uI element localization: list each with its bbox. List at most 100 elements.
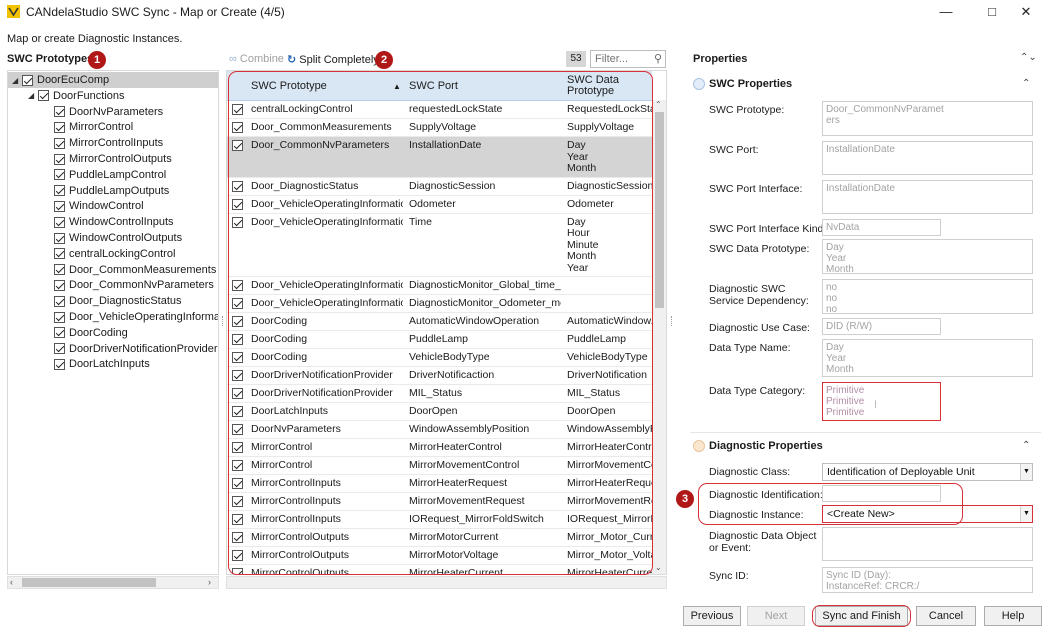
- tree-item[interactable]: Door_DiagnosticStatus: [8, 293, 218, 309]
- chevron-down-icon[interactable]: ▼: [1020, 464, 1032, 480]
- tree-item[interactable]: DoorCoding: [8, 325, 218, 341]
- scroll-up-icon[interactable]: ⌃: [655, 100, 662, 109]
- tree-item[interactable]: MirrorControlInputs: [8, 135, 218, 151]
- checkbox[interactable]: [54, 311, 65, 323]
- checkbox[interactable]: [54, 327, 65, 339]
- table-row[interactable]: DoorDriverNotificationProvider DriverNoti…: [227, 367, 652, 385]
- column-header-swc-port[interactable]: SWC Port: [409, 71, 559, 101]
- search-icon[interactable]: ⚲: [654, 52, 662, 65]
- table-row[interactable]: Door_CommonNvParameters InstallationDate D…: [227, 137, 652, 178]
- checkbox[interactable]: [22, 74, 33, 86]
- table-row[interactable]: MirrorControlInputs IORequest_MirrorFoldS…: [227, 511, 652, 529]
- table-row[interactable]: Door_VehicleOperatingInformation Diagnost…: [227, 295, 652, 313]
- grid-horizontal-scrollbar[interactable]: [226, 576, 667, 589]
- tree-item[interactable]: ◢ DoorEcuComp: [8, 72, 218, 88]
- tree-item[interactable]: MirrorControl: [8, 119, 218, 135]
- table-row[interactable]: MirrorControl MirrorHeaterControl MirrorHe…: [227, 439, 652, 457]
- table-row[interactable]: DoorCoding AutomaticWindowOperation Automa…: [227, 313, 652, 331]
- split-completely-button[interactable]: ↻ Split Completely: [287, 53, 379, 66]
- checkbox[interactable]: [54, 232, 65, 244]
- row-checkbox[interactable]: [232, 298, 243, 309]
- tree-item[interactable]: DoorDriverNotificationProvider: [8, 341, 218, 357]
- row-checkbox[interactable]: [232, 496, 243, 507]
- tree-item[interactable]: Door_CommonNvParameters: [8, 277, 218, 293]
- tree-item[interactable]: Door_VehicleOperatingInforma: [8, 309, 218, 325]
- table-row[interactable]: MirrorControl MirrorMovementControl Mirror…: [227, 457, 652, 475]
- combine-button[interactable]: ∞ Combine: [229, 53, 284, 65]
- table-row[interactable]: DoorCoding VehicleBodyType VehicleBodyType: [227, 349, 652, 367]
- checkbox[interactable]: [38, 90, 49, 102]
- row-checkbox[interactable]: [232, 316, 243, 327]
- table-row[interactable]: MirrorControlOutputs MirrorHeaterCurrent M…: [227, 565, 652, 574]
- column-header-swc-data-prototype[interactable]: SWC Data Prototype: [567, 71, 645, 101]
- row-checkbox[interactable]: [232, 370, 243, 381]
- tree-item[interactable]: WindowControl: [8, 198, 218, 214]
- column-header-swc-prototype[interactable]: SWC Prototype: [251, 71, 401, 101]
- table-row[interactable]: DoorNvParameters WindowAssemblyPosition Wi…: [227, 421, 652, 439]
- row-checkbox[interactable]: [232, 198, 243, 210]
- checkbox[interactable]: [54, 216, 65, 228]
- tree-item[interactable]: WindowControlOutputs: [8, 230, 218, 246]
- table-row[interactable]: DoorDriverNotificationProvider MIL_Status…: [227, 385, 652, 403]
- swc-prototype-tree[interactable]: ◢ DoorEcuComp ◢ DoorFunctions DoorNvParamete…: [7, 70, 219, 575]
- checkbox[interactable]: [54, 343, 65, 355]
- checkbox[interactable]: [54, 200, 65, 212]
- splitter-handle-right[interactable]: [671, 316, 673, 326]
- checkbox[interactable]: [54, 121, 65, 133]
- checkbox[interactable]: [54, 295, 65, 307]
- checkbox[interactable]: [54, 248, 65, 260]
- diagnostic-data-object-field[interactable]: [822, 527, 1033, 561]
- tree-item[interactable]: PuddleLampOutputs: [8, 183, 218, 199]
- row-checkbox[interactable]: [232, 388, 243, 399]
- row-checkbox[interactable]: [232, 280, 243, 291]
- row-checkbox[interactable]: [232, 104, 243, 115]
- expand-arrow-icon[interactable]: ◢: [28, 91, 38, 100]
- tree-item[interactable]: WindowControlInputs: [8, 214, 218, 230]
- row-checkbox[interactable]: [232, 122, 243, 133]
- row-checkbox[interactable]: [232, 180, 243, 192]
- table-row[interactable]: Door_CommonMeasurements SupplyVoltage Supp…: [227, 119, 652, 137]
- checkbox[interactable]: [54, 106, 65, 118]
- row-checkbox[interactable]: [232, 424, 243, 435]
- table-row[interactable]: MirrorControlOutputs MirrorMotorCurrent Mi…: [227, 529, 652, 547]
- row-checkbox[interactable]: [232, 514, 243, 525]
- table-row[interactable]: Door_VehicleOperatingInformation Odometer…: [227, 196, 652, 214]
- tree-item[interactable]: DoorLatchInputs: [8, 356, 218, 372]
- tree-item[interactable]: Door_CommonMeasurements: [8, 262, 218, 278]
- row-checkbox[interactable]: [232, 352, 243, 363]
- table-row[interactable]: Door_DiagnosticStatus DiagnosticSession Di…: [227, 178, 652, 196]
- checkbox[interactable]: [54, 264, 65, 276]
- collapse-swc-properties-icon[interactable]: ⌃: [1022, 78, 1030, 89]
- row-checkbox[interactable]: [232, 532, 243, 543]
- table-row[interactable]: MirrorControlInputs MirrorHeaterRequest Mi…: [227, 475, 652, 493]
- table-row[interactable]: DoorLatchInputs DoorOpen DoorOpen: [227, 403, 652, 421]
- chevron-down-icon[interactable]: ▼: [1020, 506, 1032, 522]
- minimize-icon[interactable]: —: [923, 0, 969, 24]
- table-row[interactable]: MirrorControlInputs MirrorMovementRequest…: [227, 493, 652, 511]
- checkbox[interactable]: [54, 185, 65, 197]
- next-button[interactable]: Next: [747, 606, 805, 626]
- close-icon[interactable]: ✕: [1003, 0, 1049, 24]
- grid-scroll-thumb[interactable]: [655, 112, 664, 308]
- table-row[interactable]: Door_VehicleOperatingInformation Time Day …: [227, 214, 652, 277]
- diagnostic-class-dropdown[interactable]: Identification of Deployable Unit ▼: [822, 463, 1033, 481]
- scroll-down-icon[interactable]: ⌄: [655, 563, 662, 572]
- tree-item[interactable]: PuddleLampControl: [8, 167, 218, 183]
- row-checkbox[interactable]: [232, 568, 243, 574]
- sort-ascending-icon[interactable]: ▲: [393, 71, 403, 101]
- table-row[interactable]: centralLockingControl requestedLockState R…: [227, 101, 652, 119]
- row-checkbox[interactable]: [232, 406, 243, 417]
- sync-and-finish-button[interactable]: Sync and Finish: [815, 606, 908, 626]
- tree-item[interactable]: ◢ DoorFunctions: [8, 88, 218, 104]
- row-checkbox[interactable]: [232, 140, 243, 151]
- tree-item[interactable]: DoorNvParameters: [8, 104, 218, 120]
- row-checkbox[interactable]: [232, 460, 243, 471]
- expand-arrow-icon[interactable]: ◢: [12, 76, 22, 85]
- row-checkbox[interactable]: [232, 550, 243, 561]
- table-row[interactable]: MirrorControlOutputs MirrorMotorVoltage Mi…: [227, 547, 652, 565]
- tree-item[interactable]: centralLockingControl: [8, 246, 218, 262]
- row-checkbox[interactable]: [232, 216, 243, 228]
- table-row[interactable]: DoorCoding PuddleLamp PuddleLamp: [227, 331, 652, 349]
- help-button[interactable]: Help: [984, 606, 1042, 626]
- checkbox[interactable]: [54, 279, 65, 291]
